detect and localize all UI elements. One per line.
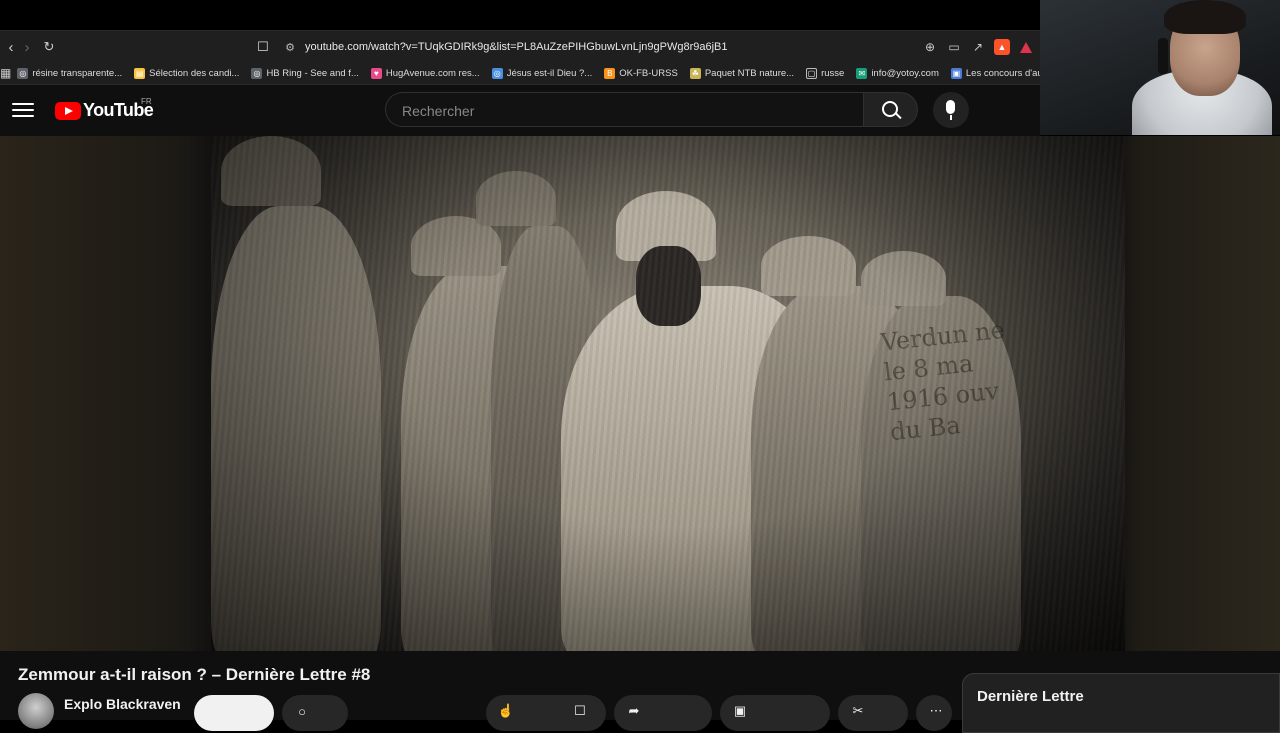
share-icon[interactable]: ↗ (970, 39, 986, 55)
webcam-overlay (1040, 0, 1280, 135)
brave-shield-icon[interactable]: ▲ (994, 39, 1010, 55)
window-top-strip (0, 0, 1040, 30)
bookmark-label: Jésus est-il Dieu ?... (506, 67, 593, 79)
bookmark-item[interactable]: ✉ info@yotoy.com (850, 62, 945, 84)
bookmark-item[interactable]: B OK-FB-URSS (598, 62, 684, 84)
vignette (211, 136, 1125, 651)
share-button[interactable]: ➦ (614, 695, 712, 731)
site-info-icon[interactable]: ⚙ (282, 39, 298, 55)
bookmark-label: info@yotoy.com (871, 67, 939, 79)
address-bar-actions: ⊕ ▭ ↗ ▲ (922, 31, 1040, 63)
thumbs-up-icon: ☝ (497, 703, 515, 718)
bookmark-item[interactable]: ♥ HugAvenue.com res... (365, 62, 486, 84)
country-code: FR (141, 97, 152, 106)
microphone-icon (946, 100, 955, 114)
globe-icon: ◎ (491, 67, 503, 79)
bookmark-item[interactable]: ☘ Paquet NTB nature... (684, 62, 800, 84)
bookmarks-bar: ▦ ◎ résine transparente... ▤ Sélection des … (0, 62, 1040, 85)
bookmark-label: Paquet NTB nature... (704, 67, 795, 79)
bookmark-label: résine transparente... (32, 67, 123, 79)
bookmark-item[interactable]: ◎ Jésus est-il Dieu ?... (486, 62, 599, 84)
thumbs-down-icon: ☐ (574, 703, 586, 718)
heart-icon: ♥ (370, 67, 382, 79)
playlist-panel[interactable]: Dernière Lettre (962, 673, 1280, 733)
bitcoin-icon: B (604, 67, 616, 79)
bookmark-item[interactable]: ◎ résine transparente... (11, 62, 128, 84)
apps-grid-icon[interactable]: ▦ (0, 62, 11, 84)
save-button[interactable]: ▣ (720, 695, 830, 731)
youtube-play-icon (55, 101, 81, 120)
microphone-stand (950, 115, 952, 120)
search-button[interactable] (863, 92, 918, 127)
bookmark-label: HB Ring - See and f... (266, 67, 359, 79)
channel-avatar[interactable] (18, 693, 54, 729)
browser-toolbar: ‹ › ↻ ☐ ⚙ youtube.com/watch?v=TUqkGDIRk9… (0, 30, 1040, 63)
doc-icon: ▤ (134, 67, 146, 79)
bookmark-label: HugAvenue.com res... (385, 67, 480, 79)
webcam-person-hair (1164, 0, 1246, 34)
video-meta-area: Zemmour a-t-il raison ? – Dernière Lettr… (0, 651, 1280, 733)
bookmark-item[interactable]: ▤ Sélection des candi... (128, 62, 245, 84)
bookmark-label: Sélection des candi... (149, 67, 240, 79)
leaf-icon: ☘ (689, 67, 701, 79)
headset-icon (1158, 38, 1168, 74)
more-actions-button[interactable]: ⋯ (916, 695, 952, 731)
image-icon: ▣ (950, 67, 962, 79)
video-title: Zemmour a-t-il raison ? – Dernière Lettr… (18, 665, 371, 684)
youtube-logo[interactable]: YouTube (55, 100, 154, 121)
hamburger-menu-icon[interactable] (12, 98, 34, 122)
like-dislike-button[interactable]: ☝ ☐ (486, 695, 606, 731)
voice-search-button[interactable] (933, 92, 969, 128)
search-box (385, 92, 863, 128)
cast-icon[interactable]: ▭ (946, 39, 962, 55)
download-icon: ▣ (733, 703, 747, 718)
more-icon: ⋯ (929, 703, 943, 718)
bookmark-item[interactable]: ▢ russe (800, 62, 850, 84)
bookmark-item[interactable]: ▣Les concours d'aute... (945, 62, 1040, 84)
reload-icon[interactable]: ↻ (38, 31, 60, 63)
globe-icon: ◎ (251, 67, 263, 79)
globe-icon: ◎ (17, 67, 29, 79)
youtube-masthead: YouTube FR (0, 85, 1040, 136)
rewards-icon[interactable] (1018, 39, 1034, 55)
bell-icon: ○ (298, 703, 306, 719)
bookmark-item[interactable]: ◎ HB Ring - See and f... (245, 62, 364, 84)
address-bar[interactable]: youtube.com/watch?v=TUqkGDIRk9g&list=PL8… (305, 31, 728, 63)
forward-icon[interactable]: › (16, 31, 38, 63)
zoom-icon[interactable]: ⊕ (922, 39, 938, 55)
bookmark-label: OK-FB-URSS (619, 67, 678, 79)
share-arrow-icon: ➦ (628, 703, 640, 718)
search-input[interactable] (400, 93, 844, 128)
bookmark-label: Les concours d'aute... (965, 67, 1040, 79)
bookmark-label: russe (821, 67, 845, 79)
subscribe-button[interactable]: ○ (282, 695, 348, 731)
bookmark-icon[interactable]: ☐ (255, 39, 271, 55)
mail-icon: ✉ (856, 67, 868, 79)
playlist-title: Dernière Lettre (977, 688, 1084, 705)
folder-icon: ▢ (806, 67, 818, 79)
search-icon (882, 101, 898, 117)
clip-button[interactable]: ✂ (838, 695, 908, 731)
join-button[interactable] (194, 695, 274, 731)
video-player[interactable]: Verdun nele 8 ma1916 ouvdu Ba (211, 136, 1125, 651)
scissors-icon: ✂ (852, 703, 864, 718)
channel-name[interactable]: Explo Blackraven (64, 696, 181, 712)
